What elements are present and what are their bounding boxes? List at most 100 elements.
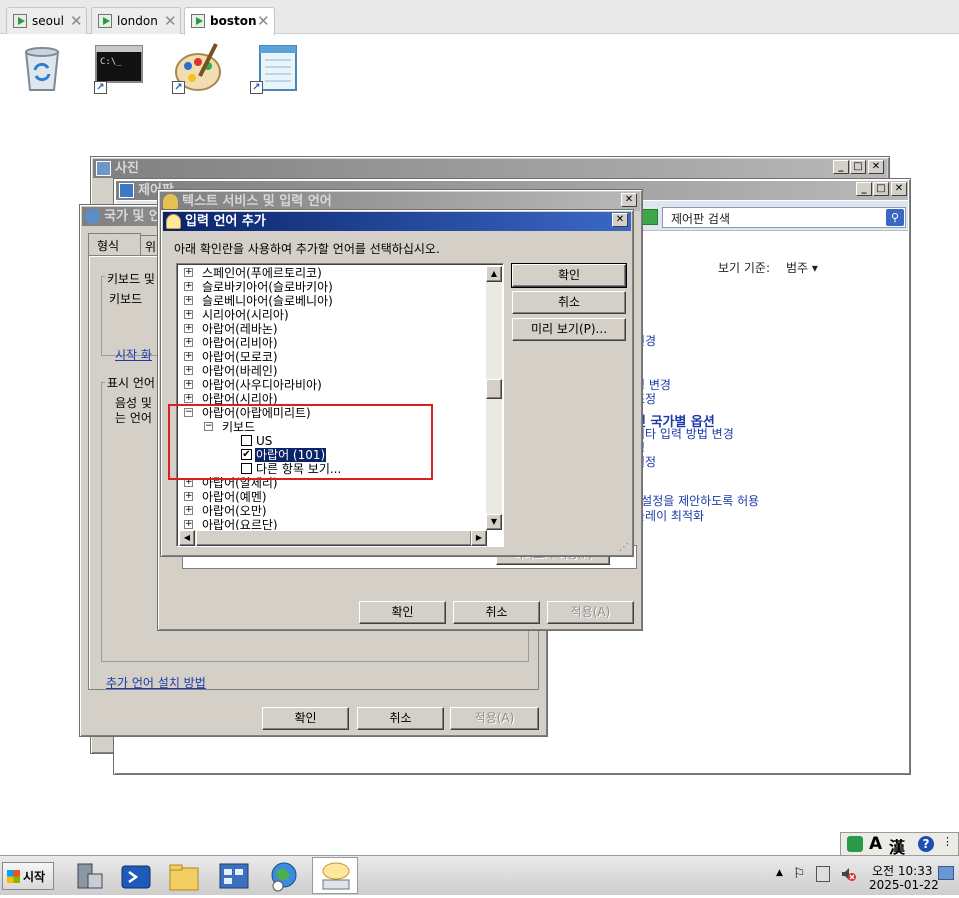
minimize-button[interactable]: _	[833, 160, 849, 174]
taskbar-active-window[interactable]	[312, 857, 358, 894]
expand-icon[interactable]: +	[184, 282, 193, 291]
expand-icon[interactable]: +	[184, 310, 193, 319]
h-scroll-thumb[interactable]	[196, 530, 472, 546]
input-method-icon[interactable]	[847, 836, 863, 852]
language-bar-options-icon[interactable]: ⋮	[942, 835, 953, 848]
expand-icon[interactable]: +	[184, 520, 193, 529]
refresh-icon[interactable]	[642, 209, 658, 225]
flag-icon[interactable]: ⚐	[793, 866, 806, 882]
search-input[interactable]: 제어판 검색 ⚲	[662, 207, 906, 228]
scroll-left-button[interactable]: ◀	[179, 530, 195, 546]
command-prompt-icon[interactable]: C:\_ ↗	[92, 40, 148, 96]
apply-button[interactable]: 적용(A)	[547, 601, 634, 624]
resize-grip-icon[interactable]: ⋰	[619, 542, 629, 553]
cancel-button[interactable]: 취소	[512, 291, 626, 314]
expand-icon[interactable]: +	[184, 394, 193, 403]
help-icon[interactable]: ?	[918, 836, 934, 852]
scroll-up-button[interactable]: ▲	[486, 266, 502, 282]
tree-item[interactable]: + 스페인어(푸에르토리코)	[177, 266, 485, 280]
clock-time[interactable]: 오전 10:33	[872, 862, 932, 879]
tree-item[interactable]: + 아랍어(사우디아라비아)	[177, 378, 485, 392]
minimize-button[interactable]: _	[856, 182, 872, 196]
horizontal-scrollbar[interactable]: ◀ ▶	[179, 530, 487, 546]
tab-seoul[interactable]: seoul ✕	[6, 7, 87, 34]
vertical-scrollbar[interactable]: ▲ ▼	[486, 266, 502, 530]
close-button[interactable]: ✕	[891, 182, 907, 196]
tree-item[interactable]: + 아랍어(요르단)	[177, 518, 485, 530]
vm-icon	[13, 14, 27, 28]
expand-icon[interactable]: +	[184, 296, 193, 305]
volume-muted-icon[interactable]	[840, 866, 856, 882]
tab-london[interactable]: london ✕	[91, 7, 181, 34]
cancel-button[interactable]: 취소	[453, 601, 540, 624]
search-icon[interactable]: ⚲	[886, 209, 904, 226]
cp-link[interactable]: 들레이 최적화	[634, 507, 704, 524]
close-button[interactable]: ✕	[621, 193, 637, 207]
window-titlebar: 입력 언어 추가	[163, 212, 631, 231]
expand-icon[interactable]: +	[184, 338, 193, 347]
internet-globe-icon[interactable]	[266, 860, 302, 894]
expand-icon[interactable]: +	[184, 492, 193, 501]
ok-button[interactable]: 확인	[511, 263, 627, 288]
install-languages-link[interactable]: 추가 언어 설치 방법	[106, 674, 206, 691]
ok-button[interactable]: 확인	[359, 601, 446, 624]
control-panel-taskbar-icon[interactable]	[216, 860, 252, 894]
show-desktop-icon[interactable]	[938, 866, 954, 880]
shortcut-arrow-icon: ↗	[94, 81, 107, 94]
cancel-button[interactable]: 취소	[357, 707, 444, 730]
expand-icon[interactable]: +	[184, 324, 193, 333]
expand-icon[interactable]: +	[184, 366, 193, 375]
paint-icon[interactable]: ↗	[170, 40, 226, 96]
tree-item-label: 슬로바키아어(슬로바키아)	[202, 280, 333, 294]
tree-item[interactable]: + 아랍어(오만)	[177, 504, 485, 518]
preview-button[interactable]: 미리 보기(P)...	[512, 318, 626, 341]
apply-button[interactable]: 적용(A)	[450, 707, 539, 730]
expand-icon[interactable]: +	[184, 506, 193, 515]
maximize-button[interactable]: □	[850, 160, 866, 174]
scroll-thumb[interactable]	[486, 379, 502, 399]
tab-label: 위	[145, 240, 157, 254]
notepad-icon[interactable]: ↗	[248, 40, 304, 96]
view-by-value: 범주	[786, 261, 809, 275]
tree-item[interactable]: + 아랍어(리비아)	[177, 336, 485, 350]
powershell-icon[interactable]	[118, 860, 154, 894]
search-placeholder: 제어판 검색	[671, 212, 731, 226]
file-explorer-icon[interactable]	[166, 860, 202, 894]
show-hidden-icons[interactable]: ▲	[776, 868, 783, 878]
tree-item[interactable]: + 아랍어(모로코)	[177, 350, 485, 364]
view-by-label: 보기 기준:	[718, 261, 771, 275]
tree-item[interactable]: + 아랍어(예멘)	[177, 490, 485, 504]
ok-button[interactable]: 확인	[262, 707, 349, 730]
start-link[interactable]: 시작 화	[115, 346, 152, 363]
maximize-button[interactable]: □	[873, 182, 889, 196]
expand-icon[interactable]: +	[184, 268, 193, 277]
expand-icon[interactable]: +	[184, 380, 193, 389]
tree-item[interactable]: + 슬로바키아어(슬로바키아)	[177, 280, 485, 294]
close-icon[interactable]: ✕	[257, 12, 270, 30]
scroll-down-button[interactable]: ▼	[486, 514, 502, 530]
clock-date[interactable]: 2025-01-22	[869, 878, 939, 892]
close-button[interactable]: ✕	[868, 160, 884, 174]
tree-item[interactable]: + 아랍어(레바논)	[177, 322, 485, 336]
close-icon[interactable]: ✕	[164, 12, 177, 30]
tree-item[interactable]: + 시리아어(시리아)	[177, 308, 485, 322]
language-a-icon[interactable]: A	[869, 834, 882, 854]
expand-icon[interactable]: +	[184, 352, 193, 361]
vm-icon	[98, 14, 112, 28]
close-icon[interactable]: ✕	[70, 12, 83, 30]
network-icon[interactable]	[816, 866, 830, 882]
tree-item[interactable]: + 슬로베니아어(슬로베니아)	[177, 294, 485, 308]
server-manager-icon[interactable]	[70, 860, 106, 894]
cp-link[interactable]: 기타 입력 방법 변경	[634, 425, 734, 442]
globe-icon	[85, 209, 100, 224]
scroll-right-button[interactable]: ▶	[471, 530, 487, 546]
tree-item-label: 시리아어(시리아)	[202, 308, 289, 322]
tree-item[interactable]: + 아랍어(바레인)	[177, 364, 485, 378]
close-button[interactable]: ✕	[612, 213, 628, 227]
tree-item-label: 아랍어(사우디아라비아)	[202, 378, 322, 392]
view-by-dropdown[interactable]: 범주 ▾	[786, 259, 818, 276]
tab-boston[interactable]: boston ✕	[184, 7, 275, 35]
recycle-bin-icon[interactable]	[14, 40, 70, 96]
start-button[interactable]: 시작	[2, 862, 54, 890]
tab-formats[interactable]: 형식	[88, 233, 141, 255]
